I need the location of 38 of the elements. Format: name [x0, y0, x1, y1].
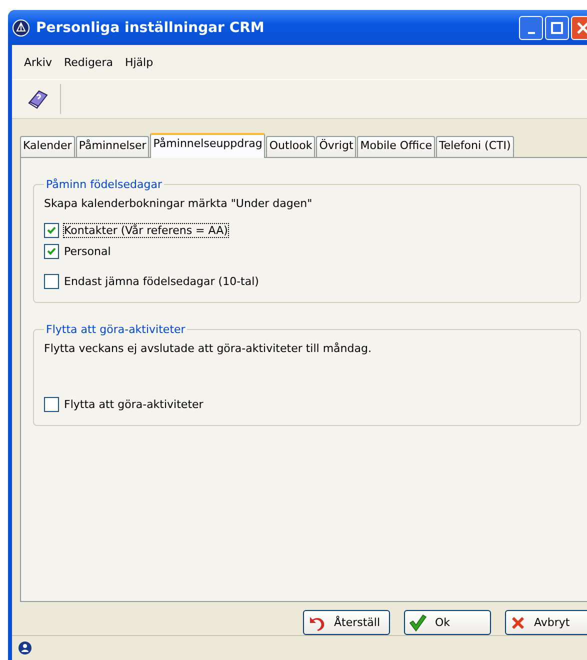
tab[interactable]: Telefoni (CTI) — [436, 136, 514, 157]
user-icon — [18, 641, 32, 655]
menu-item[interactable]: Redigera — [64, 54, 113, 70]
tab[interactable]: Påminnelser — [76, 136, 150, 157]
checkmark-icon — [47, 247, 56, 256]
group-title: Flytta att göra-aktiviteter — [45, 323, 186, 336]
checkmark-icon — [47, 226, 56, 235]
checkbox[interactable] — [44, 397, 59, 412]
description: Skapa kalenderbokningar märkta "Under dagen" — [44, 197, 314, 210]
minimize-icon — [528, 32, 534, 34]
checkbox[interactable] — [44, 244, 59, 259]
app-logo-icon — [12, 18, 30, 36]
checkmark-icon — [409, 614, 427, 632]
checkbox-label[interactable]: Kontakter (Vår referens = AA) — [64, 224, 228, 237]
group-title: Påminn födelsedagar — [45, 178, 163, 191]
tab[interactable]: Övrigt — [316, 136, 356, 157]
tab[interactable]: Påminnelseuppdrag — [150, 133, 266, 158]
window-title: Personliga inställningar CRM — [36, 20, 264, 36]
menu-item[interactable]: Arkiv — [24, 54, 52, 70]
dialog-button[interactable]: Återställ — [303, 610, 390, 635]
dialog-button[interactable]: Avbryt — [505, 610, 587, 635]
maximize-button[interactable] — [545, 16, 569, 40]
checkbox-label[interactable]: Endast jämna födelsedagar (10-tal) — [64, 275, 259, 288]
dialog-button[interactable]: Ok — [404, 610, 491, 635]
menu-item[interactable]: Hjälp — [124, 54, 154, 70]
tab[interactable]: Kalender — [20, 136, 75, 157]
description: Flytta veckans ej avslutade att göra-aktiviteter till måndag. — [44, 342, 372, 355]
checkbox[interactable] — [44, 274, 59, 289]
checkbox[interactable] — [44, 223, 59, 238]
undo-arrow-icon — [308, 614, 326, 630]
close-icon — [577, 22, 587, 34]
cross-icon — [510, 614, 526, 630]
checkbox-label[interactable]: Personal — [64, 245, 111, 258]
maximize-icon — [551, 22, 563, 34]
minimize-button[interactable] — [519, 16, 543, 40]
tab[interactable]: Outlook — [266, 136, 316, 157]
checkbox-label[interactable]: Flytta att göra-aktiviteter — [64, 398, 204, 411]
tab[interactable]: Mobile Office — [357, 136, 435, 157]
